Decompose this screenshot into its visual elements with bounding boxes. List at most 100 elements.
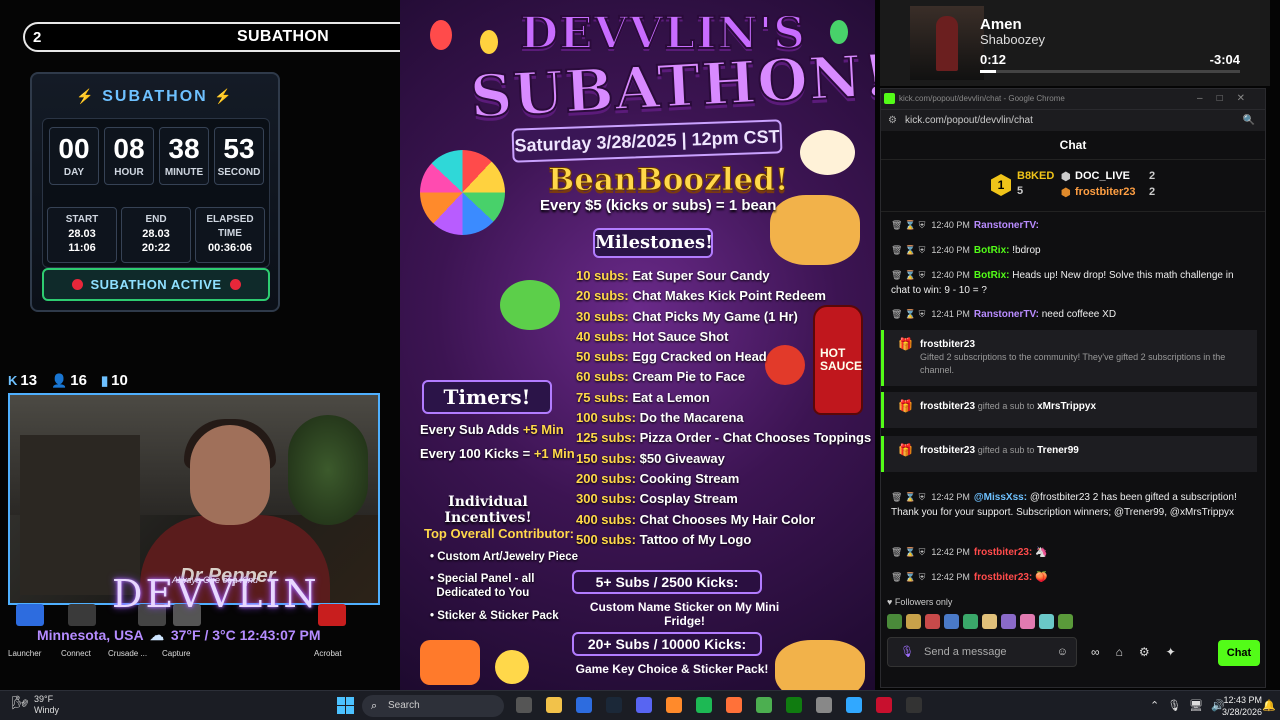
store-icon[interactable]: ⌂ <box>1116 645 1123 659</box>
weather-icon: 🌬 <box>12 695 29 710</box>
song-remaining: -3:04 <box>1209 52 1240 67</box>
store-app-icon[interactable] <box>576 697 592 713</box>
incentive-text: Custom Art/Jewelry Piece <box>437 551 579 563</box>
app-icon[interactable] <box>666 697 682 713</box>
emote-icon[interactable] <box>1001 614 1016 629</box>
gift-username[interactable]: frostbiter23 <box>920 445 975 456</box>
obs-icon[interactable] <box>906 697 922 713</box>
emote-icon[interactable] <box>944 614 959 629</box>
message-username[interactable]: RanstonerTV: <box>974 309 1039 320</box>
subathon-status-label: SUBATHON ACTIVE <box>90 277 222 292</box>
notification-icon[interactable]: 🔔 <box>1262 699 1276 712</box>
emoji-picker-icon[interactable]: ☺ <box>1057 638 1068 666</box>
file-explorer-icon[interactable] <box>546 697 562 713</box>
timer-hours: 08 HOUR <box>104 127 154 185</box>
emote-icon[interactable] <box>963 614 978 629</box>
message-username[interactable]: RanstonerTV: <box>974 220 1039 231</box>
rewards-icon[interactable]: ∞ <box>1091 645 1100 659</box>
leader-second-name[interactable]: DOC_LIVE <box>1075 170 1130 182</box>
song-artist: Shaboozey <box>980 32 1046 47</box>
steam-icon[interactable] <box>606 697 622 713</box>
timer-elapsed-label-2: TIME <box>218 228 242 239</box>
message-username[interactable]: @MissXss: <box>974 492 1027 503</box>
emote-icon[interactable] <box>1058 614 1073 629</box>
timer-rule-value: +5 Min <box>522 422 564 437</box>
site-info-icon[interactable]: ⚙ <box>888 110 897 132</box>
firefox-icon[interactable] <box>726 697 742 713</box>
message-username[interactable]: BotRix: <box>974 245 1010 256</box>
milestone-item: 400 subs: Chat Chooses My Hair Color <box>576 512 836 532</box>
rank-one-icon: 1 <box>991 174 1011 196</box>
moderation-icons[interactable]: 🗑 ⌛ ⛨ <box>891 309 925 319</box>
address-bar[interactable]: ⚙ kick.com/popout/devvlin/chat 🔍 <box>881 109 1265 131</box>
pizza <box>775 640 865 690</box>
message-username[interactable]: frostbiter23: <box>974 547 1032 558</box>
message-username[interactable]: frostbiter23: <box>974 572 1032 583</box>
window-controls[interactable]: –□✕ <box>1197 89 1259 109</box>
gift-username[interactable]: frostbiter23 <box>920 338 1247 351</box>
emote-bar <box>887 614 1073 630</box>
emote-icon[interactable] <box>925 614 940 629</box>
connect-icon[interactable] <box>68 604 96 626</box>
taskbar-clock[interactable]: 12:43 PM 3/28/2026 <box>1222 694 1262 718</box>
moderation-icons[interactable]: 🗑 ⌛ ⛨ <box>891 547 925 557</box>
gift-icon: 🎁 <box>898 399 913 413</box>
task-view-icon[interactable] <box>516 697 532 713</box>
message-time: 12:40 PM <box>931 270 970 280</box>
system-tray[interactable]: ⌃🎙🖥🔊 <box>1150 699 1233 712</box>
message-time: 12:40 PM <box>931 245 970 255</box>
emote-icon[interactable] <box>887 614 902 629</box>
message-text: need coffeee XD <box>1041 309 1117 320</box>
moderation-icons[interactable]: 🗑 ⌛ ⛨ <box>891 220 925 230</box>
indesign-icon[interactable] <box>876 697 892 713</box>
xbox-icon[interactable] <box>786 697 802 713</box>
timer-elapsed-value: 00:36:06 <box>207 242 253 254</box>
weather-widget[interactable]: 🌬 39°F Windy <box>12 694 59 716</box>
search-icon: ⌕ <box>371 700 378 712</box>
chat-message-input[interactable]: 🎙 Send a message ☺ <box>887 637 1077 667</box>
gift-username[interactable]: frostbiter23 <box>920 401 975 412</box>
leader-first-name[interactable]: B8KED <box>1017 170 1054 182</box>
kicks-tier1-body: Custom Name Sticker on My Mini Fridge! <box>589 600 780 628</box>
app-icon[interactable] <box>816 697 832 713</box>
extensions-icon[interactable]: ✦ <box>1166 645 1176 659</box>
zoom-icon[interactable]: 🔍 <box>1243 110 1255 132</box>
settings-icon[interactable]: ⚙ <box>1139 645 1150 659</box>
gift-target[interactable]: xMrsTrippyx <box>1037 401 1096 412</box>
timer-start-date: 28.03 <box>68 228 96 240</box>
milestone-text: Chat Picks My Game (1 Hr) <box>632 308 798 324</box>
message-username[interactable]: BotRix: <box>974 270 1010 281</box>
moderation-icons[interactable]: 🗑 ⌛ ⛨ <box>891 245 925 255</box>
start-button[interactable] <box>337 697 354 714</box>
milestone-text: Cream Pie to Face <box>632 369 746 385</box>
microphone-icon[interactable]: 🎙 <box>900 638 914 666</box>
milestone-text: Eat Super Sour Candy <box>632 268 770 283</box>
emote-icon[interactable] <box>982 614 997 629</box>
send-chat-button[interactable]: Chat <box>1218 640 1260 666</box>
timer-minutes-label: MINUTE <box>164 167 204 178</box>
timer-days-label: DAY <box>63 167 85 178</box>
chat-browser-window: kick.com/popout/devvlin/chat - Google Ch… <box>880 88 1266 688</box>
weather-desc: Windy <box>34 705 60 715</box>
timer-end: END 28.03 20:22 <box>121 207 191 263</box>
taskbar-search[interactable]: ⌕ Search <box>362 695 504 717</box>
emote-icon[interactable] <box>1020 614 1035 629</box>
photoshop-icon[interactable] <box>846 697 862 713</box>
leader-first-count: 5 <box>1017 185 1024 197</box>
chrome-icon[interactable] <box>756 697 772 713</box>
moderation-icons[interactable]: 🗑 ⌛ ⛨ <box>891 572 925 582</box>
spotify-icon[interactable] <box>696 697 712 713</box>
launcher-icon[interactable] <box>16 604 44 626</box>
timer-start-label: START <box>65 214 99 225</box>
discord-icon[interactable] <box>636 697 652 713</box>
leader-third-name[interactable]: frostbiter23 <box>1075 186 1136 198</box>
gift-target[interactable]: Trener99 <box>1037 445 1079 456</box>
moderation-icons[interactable]: 🗑 ⌛ ⛨ <box>891 492 925 502</box>
timer-header: ⚡ SUBATHON ⚡ <box>32 88 278 106</box>
milestone-item: 50 subs: Egg Cracked on Head <box>576 349 836 369</box>
acrobat-icon[interactable] <box>318 604 346 626</box>
moderation-icons[interactable]: 🗑 ⌛ ⛨ <box>891 270 925 280</box>
jellybean <box>480 30 498 54</box>
emote-icon[interactable] <box>906 614 921 629</box>
emote-icon[interactable] <box>1039 614 1054 629</box>
